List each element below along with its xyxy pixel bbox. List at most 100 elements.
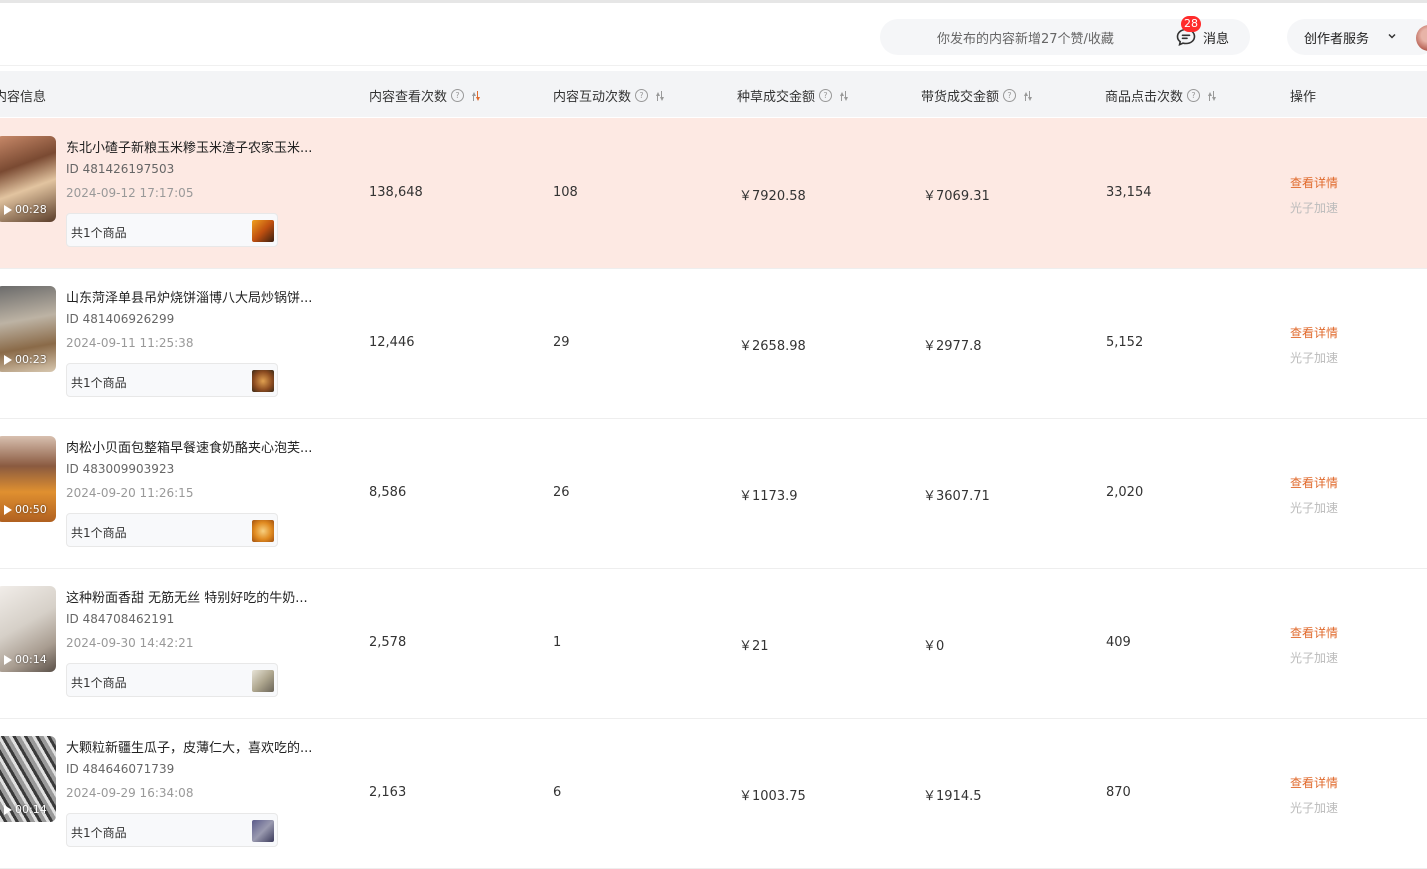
product-clicks-value: 33,154 <box>1106 185 1152 200</box>
content-id: ID 484708462191 <box>66 612 175 626</box>
view-detail-link[interactable]: 查看详情 <box>1290 324 1338 341</box>
interactions-value: 1 <box>553 635 562 650</box>
goods-count: 共1个商品 <box>71 376 127 390</box>
publish-date: 2024-09-12 17:17:05 <box>66 186 194 200</box>
video-duration: 00:14 <box>4 653 47 666</box>
product-image[interactable] <box>252 370 274 392</box>
product-clicks-value: 2,020 <box>1106 485 1144 500</box>
sales-gmv-value: ￥3607.71 <box>923 489 990 504</box>
views-value: 8,586 <box>369 485 407 500</box>
column-views[interactable]: 内容查看次数 ? <box>369 86 481 105</box>
content-title[interactable]: 大颗粒新疆生瓜子，皮薄仁大，喜欢吃的... <box>66 737 312 756</box>
table-row[interactable]: 00:14 这种粉面香甜 无筋无丝 特别好吃的牛奶... ID 48470846… <box>0 568 1427 719</box>
video-thumbnail[interactable]: 00:14 <box>0 736 56 822</box>
view-detail-link[interactable]: 查看详情 <box>1290 774 1338 791</box>
seeding-gmv-value: ￥21 <box>739 639 769 654</box>
video-thumbnail[interactable]: 00:50 <box>0 436 56 522</box>
column-interactions-label: 内容互动次数 <box>553 90 632 105</box>
product-image[interactable] <box>252 520 274 542</box>
sort-icon[interactable] <box>839 90 849 102</box>
photon-boost-link[interactable]: 光子加速 <box>1290 649 1338 666</box>
goods-box[interactable]: 共1个商品 <box>66 663 278 697</box>
help-icon[interactable]: ? <box>819 89 833 102</box>
video-thumbnail[interactable]: 00:23 <box>0 286 56 372</box>
video-duration: 00:28 <box>4 203 47 216</box>
chevron-down-icon[interactable] <box>1386 30 1398 42</box>
help-icon[interactable]: ? <box>635 89 649 102</box>
photon-boost-link[interactable]: 光子加速 <box>1290 349 1338 366</box>
help-icon[interactable]: ? <box>1003 89 1017 102</box>
views-value: 2,578 <box>369 635 407 650</box>
table-header: 内容信息 内容查看次数 ? 内容互动次数 ? 种草成交金额 ? 带货成交金额 ?… <box>0 71 1427 117</box>
goods-count: 共1个商品 <box>71 676 127 690</box>
goods-box[interactable]: 共1个商品 <box>66 513 278 547</box>
view-detail-link[interactable]: 查看详情 <box>1290 474 1338 491</box>
notification-pill[interactable]: 你发布的内容新增27个赞/收藏 28 消息 <box>880 16 1250 55</box>
creator-service-dropdown[interactable]: 创作者服务 <box>1287 19 1427 55</box>
view-detail-link[interactable]: 查看详情 <box>1290 174 1338 191</box>
sales-gmv-value: ￥1914.5 <box>923 789 982 804</box>
goods-box[interactable]: 共1个商品 <box>66 813 278 847</box>
product-image[interactable] <box>252 670 274 692</box>
goods-box[interactable]: 共1个商品 <box>66 363 278 397</box>
column-content-info: 内容信息 <box>0 86 46 105</box>
column-sales-gmv[interactable]: 带货成交金额 ? <box>921 86 1033 105</box>
view-detail-link[interactable]: 查看详情 <box>1290 624 1338 641</box>
content-title[interactable]: 山东菏泽单县吊炉烧饼淄博八大局炒锅饼... <box>66 287 312 306</box>
product-image[interactable] <box>252 820 274 842</box>
video-duration: 00:50 <box>4 503 47 516</box>
table-row[interactable]: 00:28 东北小碴子新粮玉米糁玉米渣子农家玉米... ID 481426197… <box>0 118 1427 269</box>
video-thumbnail[interactable]: 00:14 <box>0 586 56 672</box>
play-icon <box>4 654 12 665</box>
views-value: 138,648 <box>369 185 423 200</box>
table-row[interactable]: 00:50 肉松小贝面包整箱早餐速食奶酪夹心泡芙... ID 483009903… <box>0 418 1427 569</box>
column-seeding-gmv-label: 种草成交金额 <box>737 90 816 105</box>
column-seeding-gmv[interactable]: 种草成交金额 ? <box>737 86 849 105</box>
video-duration: 00:14 <box>4 803 47 816</box>
message-badge: 28 <box>1181 16 1201 32</box>
column-actions: 操作 <box>1290 86 1316 105</box>
seeding-gmv-value: ￥7920.58 <box>739 189 806 204</box>
duration-text: 00:14 <box>15 803 47 816</box>
sales-gmv-value: ￥2977.8 <box>923 339 982 354</box>
content-title[interactable]: 肉松小贝面包整箱早餐速食奶酪夹心泡芙... <box>66 437 312 456</box>
sales-gmv-value: ￥7069.31 <box>923 189 990 204</box>
duration-text: 00:14 <box>15 653 47 666</box>
sort-icon[interactable] <box>1207 90 1217 102</box>
video-thumbnail[interactable]: 00:28 <box>0 136 56 222</box>
duration-text: 00:50 <box>15 503 47 516</box>
interactions-value: 6 <box>553 785 562 800</box>
seeding-gmv-value: ￥1173.9 <box>739 489 798 504</box>
help-icon[interactable]: ? <box>1187 89 1201 102</box>
content-title[interactable]: 东北小碴子新粮玉米糁玉米渣子农家玉米... <box>66 137 312 156</box>
column-product-clicks[interactable]: 商品点击次数 ? <box>1105 86 1217 105</box>
help-icon[interactable]: ? <box>451 89 465 102</box>
content-title[interactable]: 这种粉面香甜 无筋无丝 特别好吃的牛奶... <box>66 587 308 606</box>
product-clicks-value: 409 <box>1106 635 1131 650</box>
play-icon <box>4 354 12 365</box>
creator-service-label[interactable]: 创作者服务 <box>1304 28 1369 47</box>
goods-box[interactable]: 共1个商品 <box>66 213 278 247</box>
column-interactions[interactable]: 内容互动次数 ? <box>553 86 665 105</box>
content-id: ID 481426197503 <box>66 162 175 176</box>
publish-date: 2024-09-30 14:42:21 <box>66 636 194 650</box>
content-id: ID 483009903923 <box>66 462 175 476</box>
message-label[interactable]: 消息 <box>1203 28 1229 47</box>
photon-boost-link[interactable]: 光子加速 <box>1290 499 1338 516</box>
publish-date: 2024-09-29 16:34:08 <box>66 786 194 800</box>
photon-boost-link[interactable]: 光子加速 <box>1290 199 1338 216</box>
product-image[interactable] <box>252 220 274 242</box>
table-row[interactable]: 00:23 山东菏泽单县吊炉烧饼淄博八大局炒锅饼... ID 481406926… <box>0 268 1427 419</box>
product-clicks-value: 5,152 <box>1106 335 1144 350</box>
sort-icon[interactable] <box>655 90 665 102</box>
play-icon <box>4 804 12 815</box>
play-icon <box>4 504 12 515</box>
photon-boost-link[interactable]: 光子加速 <box>1290 799 1338 816</box>
sort-icon[interactable] <box>471 90 481 102</box>
play-icon <box>4 204 12 215</box>
duration-text: 00:23 <box>15 353 47 366</box>
table-row[interactable]: 00:14 大颗粒新疆生瓜子，皮薄仁大，喜欢吃的... ID 484646071… <box>0 718 1427 869</box>
notice-text[interactable]: 你发布的内容新增27个赞/收藏 <box>937 28 1114 47</box>
goods-count: 共1个商品 <box>71 226 127 240</box>
sort-icon[interactable] <box>1023 90 1033 102</box>
